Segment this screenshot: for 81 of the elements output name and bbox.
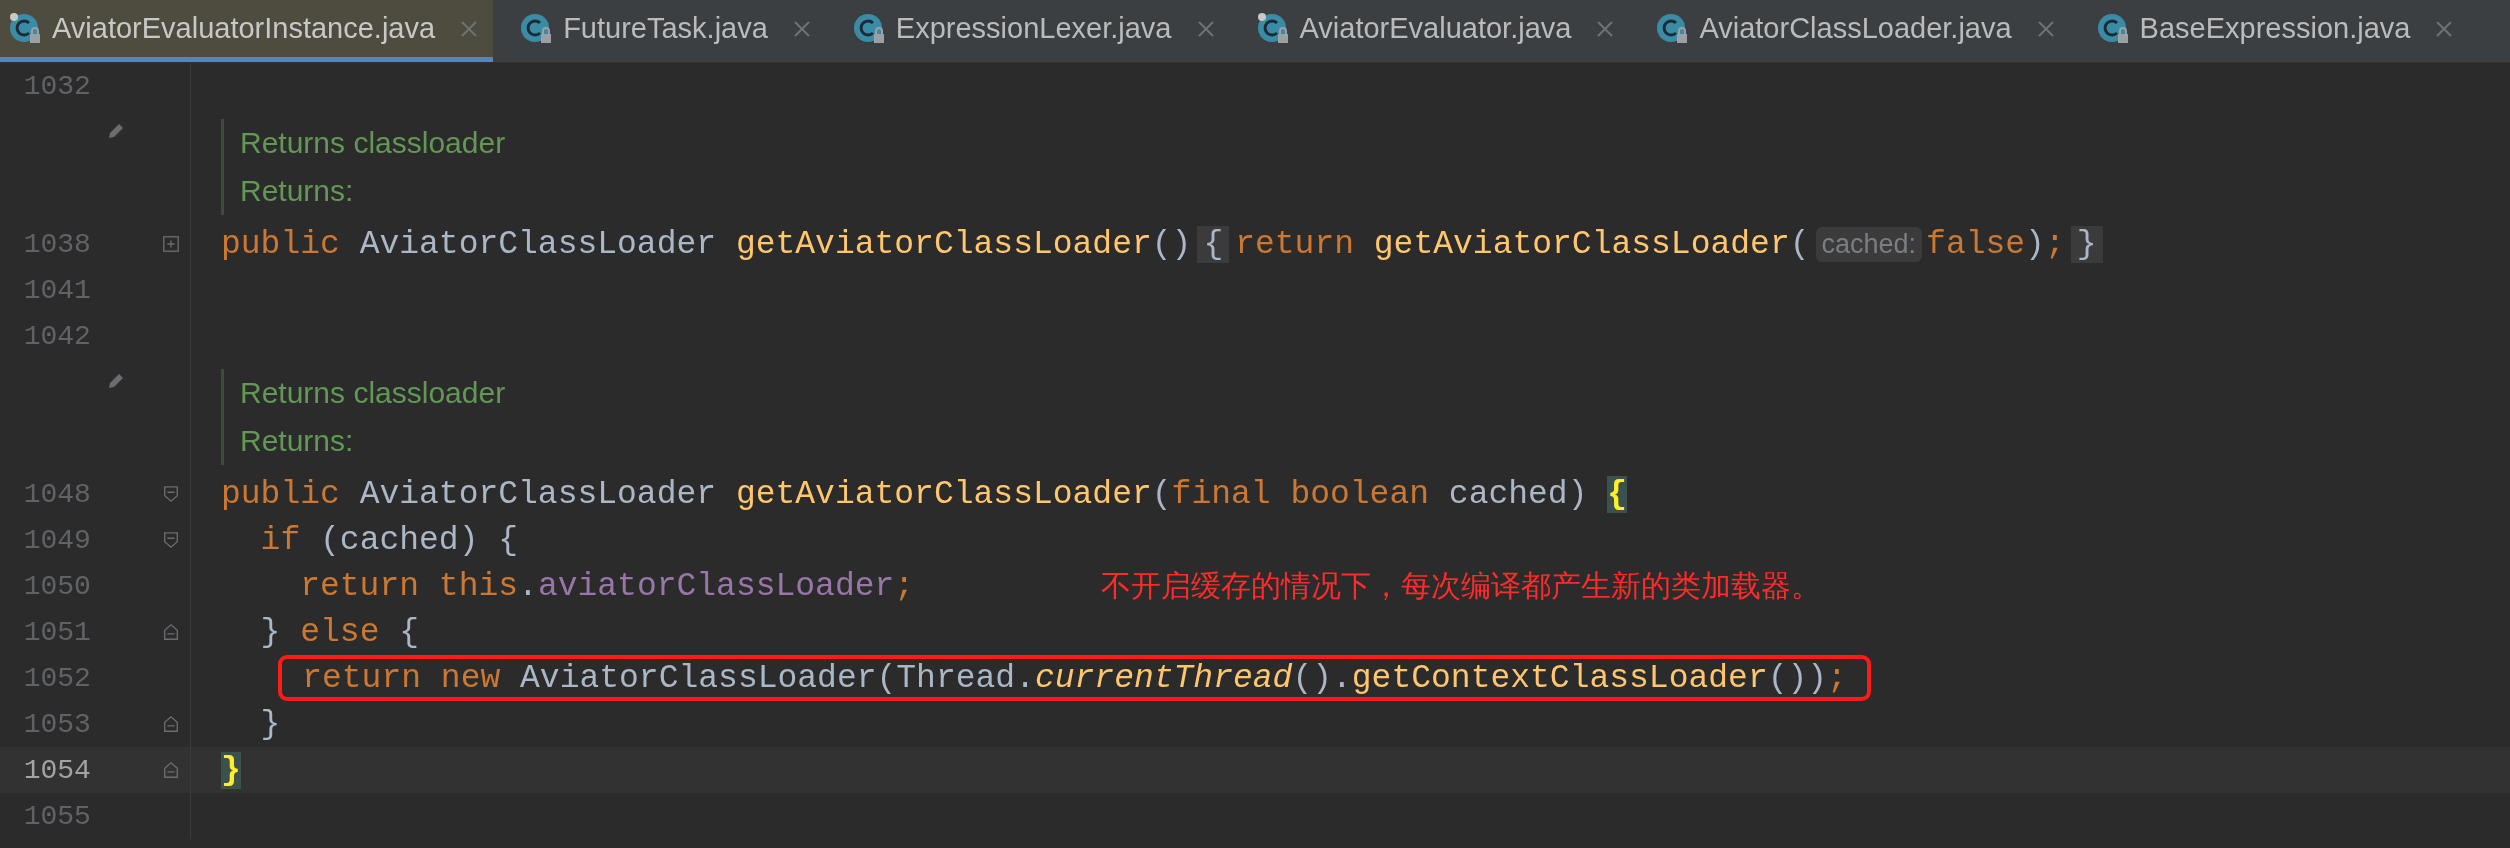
line-number: 1042 — [22, 320, 91, 352]
code-text: } — [259, 705, 281, 743]
doc-text: Returns classloader — [240, 126, 506, 160]
keyword: false — [1926, 225, 2026, 263]
code-text: } — [259, 613, 282, 651]
class-file-icon — [1255, 11, 1290, 46]
close-icon[interactable] — [459, 18, 480, 39]
collapse-fold-icon[interactable] — [162, 485, 181, 503]
code-text: { — [399, 613, 420, 651]
code-text: (). — [1292, 659, 1352, 697]
keyword: ; — [894, 567, 915, 605]
collapse-fold-icon[interactable] — [162, 531, 181, 549]
keyword: public — [221, 225, 341, 263]
close-icon[interactable] — [1595, 18, 1616, 39]
keyword: public — [221, 475, 341, 513]
code-text: ( — [1789, 225, 1810, 263]
keyword: ; — [2044, 225, 2065, 263]
pencil-icon[interactable] — [106, 121, 126, 141]
editor-tab[interactable]: BaseExpression.java — [2087, 0, 2469, 62]
code-text: ) — [2025, 225, 2045, 263]
parameter-hint: cached: — [1815, 226, 1923, 262]
code-text: ( — [1151, 475, 1172, 513]
doc-text: Returns: — [240, 424, 355, 458]
line-number: 1054 — [22, 754, 91, 786]
line-number: 1041 — [22, 274, 91, 306]
fold-end-icon[interactable] — [162, 715, 181, 733]
keyword: return this — [299, 567, 519, 605]
code-text: AviatorClassLoader — [359, 225, 718, 263]
line-number: 1053 — [22, 708, 91, 740]
line-number: 1055 — [22, 800, 91, 832]
code-text: () — [1151, 225, 1192, 263]
line-number: 1048 — [22, 478, 91, 510]
editor-tab[interactable]: AviatorClassLoader.java — [1647, 0, 2070, 62]
keyword: ; — [1827, 659, 1847, 697]
class-file-icon — [2095, 11, 2130, 46]
line-number: 1052 — [22, 662, 91, 694]
editor-tab[interactable]: FutureTask.java — [511, 0, 826, 62]
expand-fold-icon[interactable] — [162, 235, 181, 253]
matched-brace: { — [1607, 475, 1628, 513]
close-icon[interactable] — [2434, 18, 2455, 39]
editor-tab[interactable]: AviatorEvaluator.java — [1247, 0, 1630, 62]
field-name: aviatorClassLoader — [537, 567, 895, 605]
close-icon[interactable] — [2035, 18, 2056, 39]
line-number: 1038 — [22, 228, 91, 260]
method-name: getAviatorClassLoader — [1373, 225, 1790, 263]
fold-end-icon[interactable] — [162, 761, 181, 779]
doc-text: Returns classloader — [240, 376, 506, 410]
class-file-icon — [8, 11, 42, 46]
matched-brace: } — [221, 751, 241, 789]
method-name: getAviatorClassLoader — [735, 225, 1152, 263]
keyword: return — [1235, 225, 1355, 263]
editor-tab[interactable]: AviatorEvaluatorInstance.java — [0, 0, 494, 62]
method-name: getContextClassLoader — [1351, 659, 1768, 697]
folded-brace: { — [1197, 225, 1230, 263]
keyword: final boolean — [1171, 475, 1431, 513]
class-file-icon — [851, 11, 886, 46]
code-text: . — [518, 567, 538, 605]
code-text: AviatorClassLoader — [359, 475, 718, 513]
line-number: 1032 — [22, 70, 91, 102]
pencil-icon[interactable] — [106, 371, 126, 391]
method-name: getAviatorClassLoader — [735, 475, 1152, 513]
doc-text: Returns: — [240, 174, 355, 208]
class-file-icon — [1655, 11, 1690, 46]
annotation-text: 不开启缓存的情况下，每次编译都产生新的类加载器。 — [1101, 566, 1821, 605]
line-number: 1051 — [22, 616, 91, 648]
keyword: if — [259, 521, 302, 559]
method-name: currentThread — [1034, 659, 1293, 697]
close-icon[interactable] — [1195, 18, 1216, 39]
class-file-icon — [519, 11, 554, 46]
line-number: 1050 — [22, 570, 91, 602]
keyword: else — [300, 613, 381, 651]
code-text: AviatorClassLoader(Thread. — [520, 659, 1035, 697]
editor-tab[interactable]: ExpressionLexer.java — [843, 0, 1230, 62]
line-number: 1049 — [22, 524, 91, 556]
fold-end-icon[interactable] — [162, 623, 181, 641]
code-text: ()) — [1767, 659, 1828, 697]
code-text: (cached) { — [320, 521, 519, 559]
keyword: return new — [302, 659, 502, 697]
folded-brace: } — [2070, 225, 2103, 263]
code-text: cached) — [1448, 475, 1589, 513]
close-icon[interactable] — [791, 18, 812, 39]
